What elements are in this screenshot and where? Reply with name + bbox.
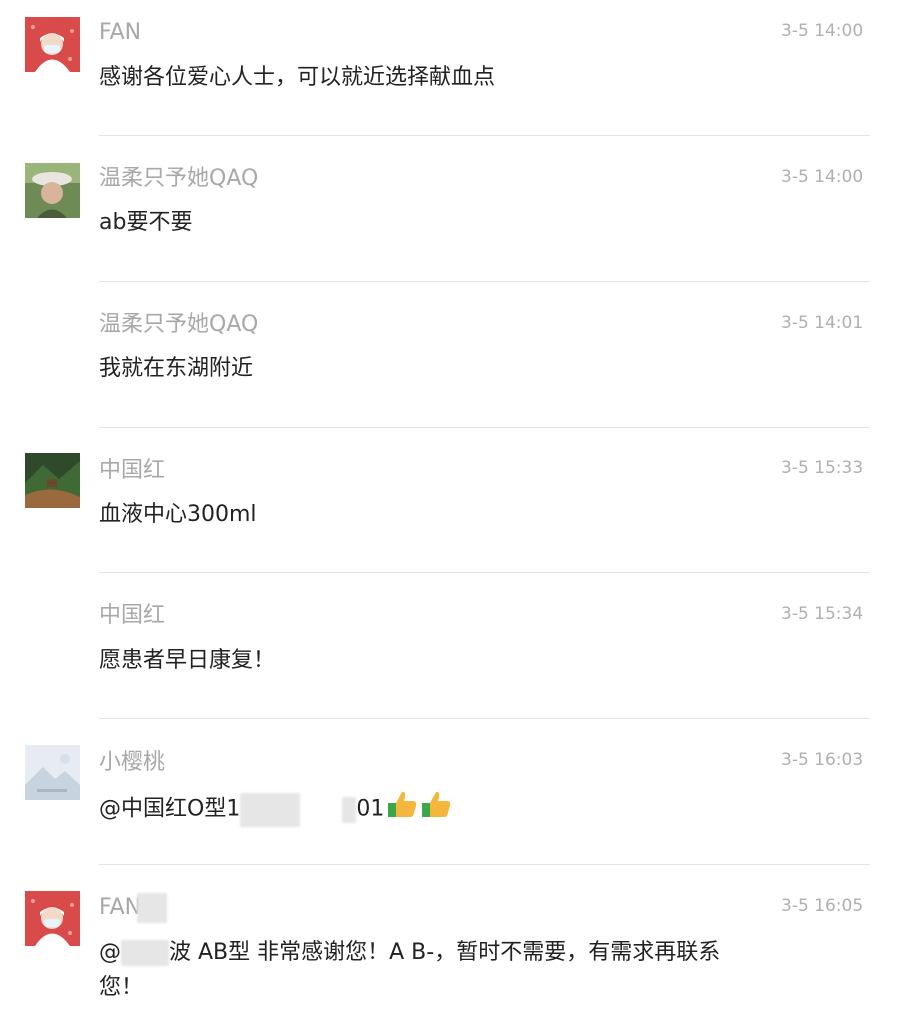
person-hat-avatar-icon bbox=[25, 163, 80, 218]
comment-text: @中国红O型1 01 bbox=[99, 789, 819, 830]
comment-text: 感谢各位爱心人士，可以就近选择献血点 bbox=[99, 65, 496, 90]
user-avatar[interactable] bbox=[25, 891, 80, 946]
landscape-avatar-icon bbox=[25, 453, 80, 508]
user-name[interactable]: 小樱桃 bbox=[99, 748, 165, 778]
user-avatar[interactable] bbox=[25, 17, 80, 72]
timestamp: 3-5 14:01 bbox=[781, 313, 864, 333]
comment-text: ab要不要 bbox=[99, 210, 193, 235]
comment-text: 愿患者早日康复！ bbox=[99, 648, 276, 673]
comment-text-line2: 您！ bbox=[99, 975, 144, 1000]
user-name[interactable]: 温柔只予她QAQ bbox=[99, 310, 258, 340]
user-name[interactable]: FAN bbox=[99, 893, 168, 923]
divider bbox=[99, 281, 870, 282]
user-name[interactable]: FAN bbox=[99, 18, 141, 48]
user-avatar[interactable] bbox=[25, 745, 80, 800]
comment-text-suffix: 01 bbox=[356, 796, 385, 822]
comment-text: 血液中心300ml bbox=[99, 502, 257, 527]
timestamp: 3-5 16:03 bbox=[781, 750, 864, 770]
user-name-text: FAN bbox=[99, 895, 142, 920]
thumbs-up-icon bbox=[420, 789, 452, 830]
comment-text: @ 波 AB型 非常感谢您！A B-，暂时不需要，有需求再联系 您！ bbox=[99, 935, 819, 1005]
user-name[interactable]: 中国红 bbox=[99, 456, 165, 486]
default-mountain-avatar-icon bbox=[25, 745, 80, 800]
redacted-block bbox=[137, 893, 168, 923]
comment-text-body: 波 AB型 非常感谢您！A B-，暂时不需要，有需求再联系 bbox=[169, 940, 721, 965]
divider bbox=[99, 864, 870, 865]
redacted-block bbox=[342, 796, 357, 823]
mention-text[interactable]: @ bbox=[99, 940, 121, 965]
user-name[interactable]: 温柔只予她QAQ bbox=[99, 164, 258, 194]
comment-text: 我就在东湖附近 bbox=[99, 356, 254, 381]
timestamp: 3-5 16:05 bbox=[781, 896, 864, 916]
mention-text[interactable]: @中国红O型1 bbox=[99, 797, 240, 822]
user-avatar[interactable] bbox=[25, 163, 80, 218]
divider bbox=[99, 427, 870, 428]
user-name[interactable]: 中国红 bbox=[99, 601, 165, 631]
divider bbox=[99, 135, 870, 136]
timestamp: 3-5 15:33 bbox=[781, 458, 864, 478]
timestamp: 3-5 14:00 bbox=[781, 21, 864, 41]
timestamp: 3-5 14:00 bbox=[781, 167, 864, 187]
user-avatar[interactable] bbox=[25, 453, 80, 508]
redacted-block bbox=[121, 940, 169, 966]
redacted-block bbox=[240, 792, 301, 827]
divider bbox=[99, 572, 870, 573]
nurse-avatar-icon bbox=[25, 891, 80, 946]
divider bbox=[99, 718, 870, 719]
nurse-avatar-icon bbox=[25, 17, 80, 72]
timestamp: 3-5 15:34 bbox=[781, 604, 864, 624]
thumbs-up-icon bbox=[386, 789, 418, 830]
